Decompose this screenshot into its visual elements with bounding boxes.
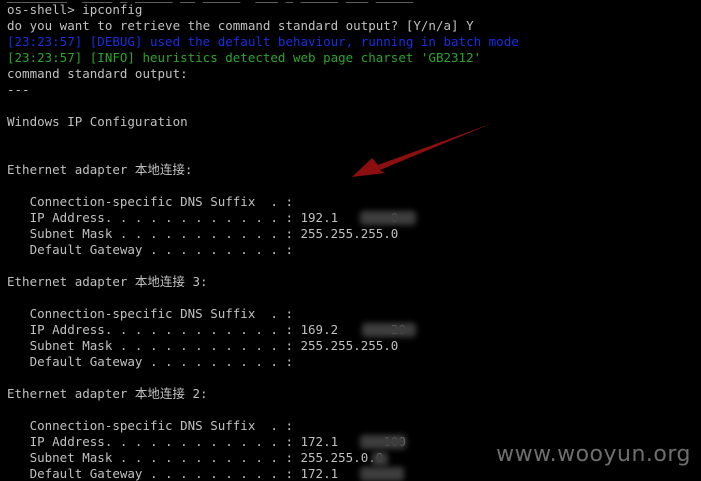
terminal-window[interactable]: ________ ____ _ _____ __ _____ ___ _ ___…: [0, 0, 701, 481]
red-arrow-icon: [352, 123, 493, 177]
watermark: www.wooyun.org: [496, 442, 691, 467]
